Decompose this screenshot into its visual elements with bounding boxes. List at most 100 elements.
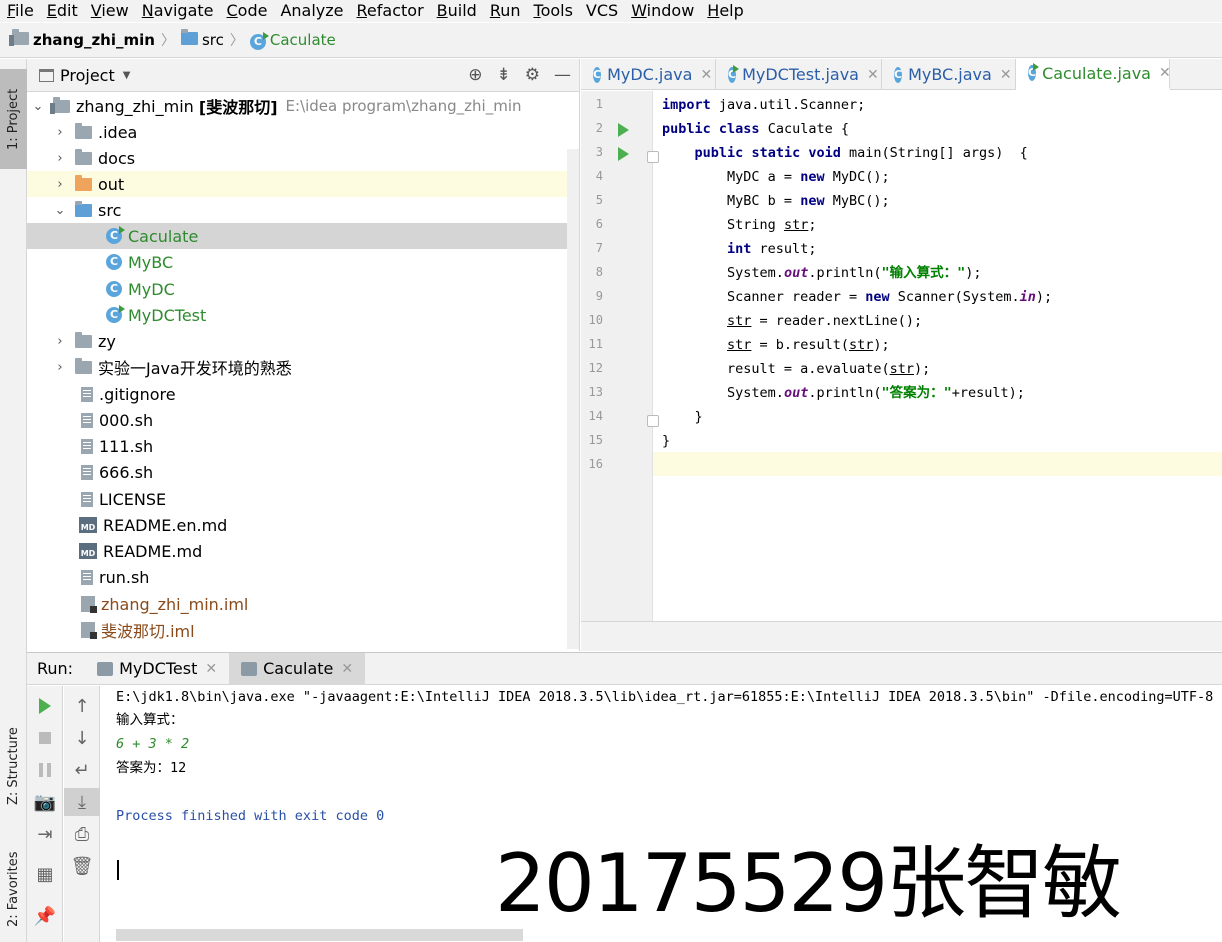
tool-tab-favorites[interactable]: 2: Favorites <box>0 834 27 942</box>
hide-minus-icon[interactable]: — <box>554 65 571 85</box>
collapse-all-icon[interactable]: ⇟ <box>497 65 511 85</box>
scroll-up-button[interactable]: ↑ <box>64 692 100 720</box>
rerun-button[interactable] <box>27 692 63 720</box>
print-button[interactable]: ⎙ <box>64 820 100 848</box>
console-hscrollbar[interactable] <box>116 929 523 941</box>
locate-target-icon[interactable]: ⊕ <box>468 65 482 85</box>
tool-tab-structure[interactable]: Z: Structure <box>0 711 27 821</box>
chevron-right-icon: 〉 <box>229 33 244 49</box>
breadcrumb-file[interactable]: C Caculate <box>249 31 336 50</box>
pin-button[interactable]: 📌 <box>27 902 63 930</box>
menu-analyze[interactable]: Analyze <box>273 1 349 21</box>
chevron-right-icon[interactable]: › <box>53 125 67 140</box>
exit-button[interactable]: ⇥ <box>27 820 63 848</box>
wrap-icon: ↵ <box>74 759 90 781</box>
line-number: 10 <box>588 313 603 327</box>
java-class-run-icon: C <box>728 64 740 83</box>
soft-wrap-button[interactable]: ↵ <box>64 756 100 784</box>
scroll-down-button[interactable]: ↓ <box>64 724 100 752</box>
line-number: 13 <box>588 385 603 399</box>
tree-row-mydc[interactable]: C MyDC <box>27 276 579 302</box>
chevron-right-icon[interactable]: › <box>53 177 67 192</box>
tree-row-mybc[interactable]: C MyBC <box>27 249 579 275</box>
java-class-icon: C <box>894 66 903 83</box>
text-file-icon <box>81 412 93 428</box>
close-icon[interactable]: ✕ <box>1000 67 1012 83</box>
editor-tab-mybc[interactable]: C MyBC.java ✕ <box>882 59 1016 90</box>
run-tab-mydctest[interactable]: MyDCTest ✕ <box>85 653 229 685</box>
tree-row-idea[interactable]: › .idea <box>27 119 579 145</box>
tool-tab-project[interactable]: 1: Project <box>0 69 27 169</box>
tree-row-caculate[interactable]: C Caculate <box>27 223 579 249</box>
run-gutter-icon[interactable] <box>618 123 629 137</box>
line-number: 14 <box>588 409 603 423</box>
breadcrumb-project[interactable]: zhang_zhi_min <box>9 29 155 49</box>
menu-file[interactable]: File <box>0 1 40 21</box>
chevron-down-icon[interactable]: ⌄ <box>31 99 45 114</box>
java-class-icon: C <box>593 66 602 83</box>
project-panel-header: Project ▼ ⊕ ⇟ ⚙ — <box>27 59 579 92</box>
code-line: } <box>662 433 671 449</box>
chevron-right-icon[interactable]: › <box>53 151 67 166</box>
code-line: public class Caculate { <box>662 121 849 137</box>
editor-tab-mydctest[interactable]: C MyDCTest.java ✕ <box>716 59 882 90</box>
breadcrumb-src[interactable]: src <box>180 29 224 49</box>
chevron-down-icon[interactable]: ▼ <box>123 70 131 81</box>
gear-icon[interactable]: ⚙ <box>525 65 540 85</box>
tree-row-111sh[interactable]: 111.sh <box>27 433 579 459</box>
editor-bottom-bar <box>581 621 1222 651</box>
tree-row-src[interactable]: ⌄ src <box>27 197 579 223</box>
tree-row-license[interactable]: LICENSE <box>27 486 579 512</box>
menu-navigate[interactable]: Navigate <box>135 1 220 21</box>
tree-row-runsh[interactable]: run.sh <box>27 564 579 590</box>
editor-tab-mydc[interactable]: C MyDC.java ✕ <box>581 59 716 90</box>
run-panel: Run: MyDCTest ✕ Caculate ✕ 📷 ⇥ ▦ 📌 ↑ ↓ ↵… <box>27 652 1222 942</box>
text-file-icon <box>81 464 93 480</box>
menu-help[interactable]: Help <box>700 1 749 21</box>
menu-view[interactable]: View <box>84 1 135 21</box>
editor-tab-caculate[interactable]: C Caculate.java ✕ <box>1016 59 1171 90</box>
close-icon[interactable]: ✕ <box>700 67 712 83</box>
menu-run[interactable]: Run <box>483 1 527 21</box>
chevron-right-icon[interactable]: › <box>53 334 67 349</box>
tree-row-lab1[interactable]: › 实验一Java开发环境的熟悉 <box>27 354 579 380</box>
clear-button[interactable]: 🗑 <box>64 852 100 880</box>
tree-row-666sh[interactable]: 666.sh <box>27 459 579 485</box>
close-icon[interactable]: ✕ <box>867 67 879 83</box>
tree-row-iml-cn[interactable]: 斐波那切.iml <box>27 617 579 643</box>
run-tab-caculate[interactable]: Caculate ✕ <box>229 652 366 685</box>
layout-button[interactable]: ▦ <box>27 860 63 888</box>
tree-row-zy[interactable]: › zy <box>27 328 579 354</box>
menu-tools[interactable]: Tools <box>527 1 579 21</box>
scroll-to-end-button[interactable]: ⤓ <box>64 788 100 816</box>
tree-row-iml[interactable]: zhang_zhi_min.iml <box>27 591 579 617</box>
chevron-right-icon[interactable]: › <box>53 360 67 375</box>
tree-row-000sh[interactable]: 000.sh <box>27 407 579 433</box>
stop-icon <box>39 732 51 744</box>
tree-row-docs[interactable]: › docs <box>27 145 579 171</box>
tree-row-gitignore[interactable]: .gitignore <box>27 381 579 407</box>
menu-vcs[interactable]: VCS <box>579 1 624 21</box>
tree-row-mydctest[interactable]: C MyDCTest <box>27 302 579 328</box>
menu-build[interactable]: Build <box>430 1 483 21</box>
close-icon[interactable]: ✕ <box>341 661 353 677</box>
run-gutter-icon[interactable] <box>618 147 629 161</box>
close-icon[interactable]: ✕ <box>205 661 217 677</box>
tree-row-readme-en[interactable]: MD README.en.md <box>27 512 579 538</box>
menu-refactor[interactable]: Refactor <box>350 1 430 21</box>
console-output[interactable]: E:\jdk1.8\bin\java.exe "-javaagent:E:\In… <box>109 686 1222 931</box>
code-area[interactable]: import java.util.Scanner; public class C… <box>654 91 1222 621</box>
dump-threads-button[interactable]: 📷 <box>27 788 63 816</box>
pause-button[interactable] <box>27 756 63 784</box>
tree-row-out[interactable]: › out <box>27 171 579 197</box>
project-panel-title[interactable]: Project <box>60 66 115 85</box>
chevron-down-icon[interactable]: ⌄ <box>53 203 67 218</box>
menu-window[interactable]: Window <box>624 1 700 21</box>
close-icon[interactable]: ✕ <box>1159 65 1171 81</box>
project-scrollbar[interactable] <box>567 149 579 649</box>
menu-edit[interactable]: Edit <box>40 1 84 21</box>
tree-row-root[interactable]: ⌄ zhang_zhi_min [斐波那切] E:\idea program\z… <box>27 93 579 119</box>
menu-code[interactable]: Code <box>220 1 274 21</box>
stop-button[interactable] <box>27 724 63 752</box>
tree-row-readme[interactable]: MD README.md <box>27 538 579 564</box>
